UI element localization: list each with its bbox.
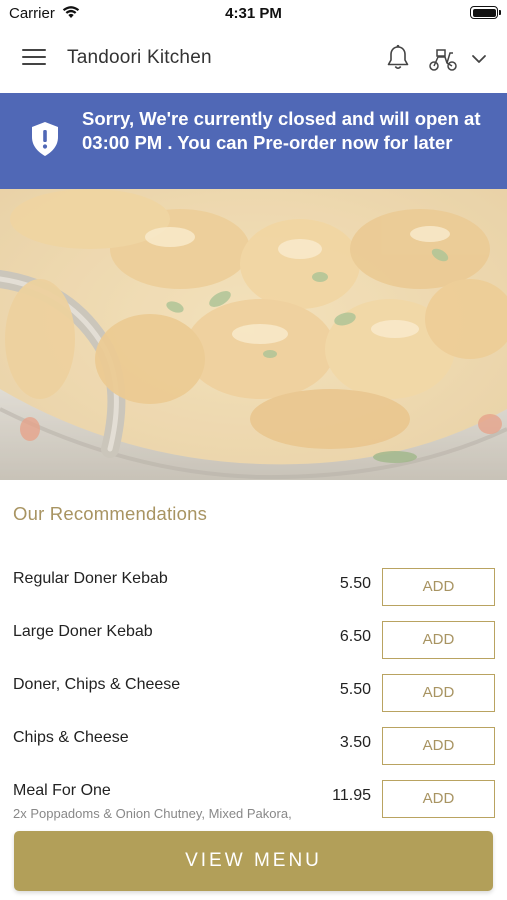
app-header: Tandoori Kitchen [0,26,507,93]
item-price: 5.50 [339,575,371,592]
item-name: Regular Doner Kebab [13,570,168,587]
battery-icon [470,6,501,19]
hamburger-menu-icon[interactable] [22,49,46,69]
item-price: 6.50 [339,628,371,645]
list-item: Meal For One 2x Poppadoms & Onion Chutne… [0,773,507,826]
add-button[interactable]: ADD [382,780,495,818]
add-button[interactable]: ADD [382,621,495,659]
add-button[interactable]: ADD [382,568,495,606]
item-name: Large Doner Kebab [13,623,153,640]
bell-icon[interactable] [386,44,410,72]
list-item: Chips & Cheese 3.50 ADD [0,720,507,773]
delivery-scooter-icon[interactable] [428,46,458,72]
item-name: Doner, Chips & Cheese [13,676,181,693]
list-item: Regular Doner Kebab 5.50 ADD [0,561,507,614]
closed-notice-banner: Sorry, We're currently closed and will o… [0,93,507,189]
hero-food-image [0,189,507,480]
add-button[interactable]: ADD [382,727,495,765]
item-description: 2x Poppadoms & Onion Chutney, Mixed Pako… [13,806,292,821]
clock: 4:31 PM [225,5,282,22]
shield-alert-icon [32,122,58,156]
add-button[interactable]: ADD [382,674,495,712]
list-item: Large Doner Kebab 6.50 ADD [0,614,507,667]
item-price: 5.50 [339,681,371,698]
item-price: 11.95 [332,787,371,804]
list-item: Doner, Chips & Cheese 5.50 ADD [0,667,507,720]
recommendations-heading: Our Recommendations [13,503,208,524]
chevron-down-icon[interactable] [470,51,488,67]
item-name: Meal For One [13,782,111,799]
view-menu-button[interactable]: VIEW MENU [14,831,493,891]
item-name: Chips & Cheese [13,729,129,746]
status-bar: Carrier 4:31 PM [0,0,507,26]
item-price: 3.50 [339,734,371,751]
restaurant-title: Tandoori Kitchen [67,47,212,68]
closed-notice-text: Sorry, We're currently closed and will o… [82,108,481,153]
